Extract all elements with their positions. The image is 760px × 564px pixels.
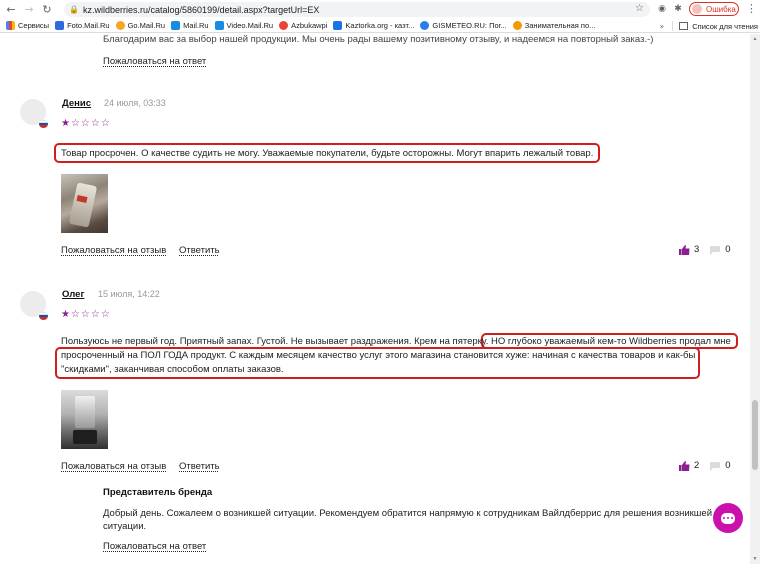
review-photo[interactable] <box>61 390 108 449</box>
dislikes-count: 0 <box>725 244 731 255</box>
video-icon <box>214 21 224 30</box>
reload-icon[interactable]: ↻ <box>40 3 54 17</box>
site-icon <box>279 21 289 30</box>
product-tube-image <box>68 182 98 228</box>
search-icon <box>115 21 125 30</box>
bookmark-label: Azbukawpi <box>291 21 328 30</box>
scrollbar[interactable]: ▲ ▼ <box>750 34 760 564</box>
review-text: просроченный на ПОЛ ГОДА продукт. С кажд… <box>61 350 696 361</box>
scroll-up-icon[interactable]: ▲ <box>752 36 758 42</box>
page-content: Благодарим вас за выбор нашей продукции.… <box>0 34 750 564</box>
bookmark-gismeteo[interactable]: GISMETEO.RU: Пог... <box>420 21 507 30</box>
bookmarks-overflow-area: » Список для чтения <box>655 19 760 32</box>
bookmark-label: Video.Mail.Ru <box>226 21 274 30</box>
previous-reply-text: Благодарим вас за выбор нашей продукции.… <box>103 34 654 45</box>
bookmarks-bar: Сервисы Foto.Mail.Ru Go.Mail.Ru Mail.Ru … <box>0 19 760 33</box>
bookmark-zanimatelnaya[interactable]: Занимательная по... <box>512 21 596 30</box>
review-text: Пользуюсь не первый год. Приятный запах.… <box>61 336 731 347</box>
star-icon: ☆☆☆☆ <box>70 118 111 129</box>
brand-reply-title: Представитель бренда <box>103 487 213 498</box>
bookmarks-overflow-button[interactable]: » <box>660 22 665 31</box>
bookmark-foto-mail[interactable]: Foto.Mail.Ru <box>55 21 110 30</box>
bookmark-label: Сервисы <box>18 21 50 30</box>
bookmark-label: Mail.Ru <box>183 21 209 30</box>
bookmark-label: Kaztorka.org - казт... <box>345 21 415 30</box>
profile-error-label: Ошибка <box>706 4 736 14</box>
bookmark-video-mail[interactable]: Video.Mail.Ru <box>214 21 274 30</box>
rating-stars: ★☆☆☆☆ <box>61 309 111 320</box>
chat-button[interactable] <box>713 503 743 533</box>
divider <box>672 21 674 31</box>
extensions-puzzle-icon[interactable]: ✱ <box>672 3 684 15</box>
thumbs-up-icon[interactable] <box>679 460 690 471</box>
flag-icon <box>39 120 48 128</box>
bookmark-label: Go.Mail.Ru <box>127 21 166 30</box>
bookmark-label: Foto.Mail.Ru <box>67 21 110 30</box>
likes-count: 2 <box>694 460 700 471</box>
extension-icon[interactable]: ◉ <box>656 3 668 15</box>
bookmark-mail[interactable]: Mail.Ru <box>171 21 209 30</box>
mail-icon <box>171 21 181 30</box>
chat-icon <box>721 512 735 524</box>
complain-reply-link[interactable]: Пожаловаться на ответ <box>103 56 206 67</box>
camera-icon <box>55 21 65 30</box>
reply-link[interactable]: Ответить <box>179 461 220 472</box>
bookmark-go-mail[interactable]: Go.Mail.Ru <box>115 21 166 30</box>
product-cap-image <box>73 430 97 444</box>
complain-review-link[interactable]: Пожаловаться на отзыв <box>61 461 166 472</box>
reading-list-icon[interactable] <box>679 22 689 30</box>
review-text: "скидками", заканчивая способом оплаты з… <box>61 364 284 375</box>
browser-menu-icon[interactable]: ⋮ <box>746 2 757 15</box>
review-votes: 3 0 <box>679 244 731 255</box>
review-date: 24 июля, 03:33 <box>104 98 166 108</box>
bookmark-kaztorka[interactable]: Kaztorka.org - казт... <box>333 21 414 30</box>
chat-icon <box>512 21 522 30</box>
bookmark-star-icon[interactable]: ☆ <box>635 3 644 14</box>
complain-reply-link[interactable]: Пожаловаться на ответ <box>103 541 206 552</box>
avatar <box>692 4 702 14</box>
address-bar[interactable]: 🔒 kz.wildberries.ru/catalog/5860199/deta… <box>64 2 650 17</box>
star-icon: ☆☆☆☆ <box>70 309 111 320</box>
review-date: 15 июля, 14:22 <box>98 289 160 299</box>
brand-reply-text: Добрый день. Сожалеем о возникшей ситуац… <box>103 508 712 519</box>
review-votes: 2 0 <box>679 460 731 471</box>
dislikes-count: 0 <box>725 460 731 471</box>
weather-icon <box>420 21 430 30</box>
star-icon: ★ <box>61 309 71 320</box>
apps-grid-icon <box>6 21 15 30</box>
bookmark-services[interactable]: Сервисы <box>6 21 49 30</box>
profile-error-button[interactable]: Ошибка <box>689 2 739 16</box>
rating-stars: ★☆☆☆☆ <box>61 118 111 129</box>
site-icon <box>333 21 343 30</box>
bookmark-label: GISMETEO.RU: Пог... <box>432 21 507 30</box>
complain-review-link[interactable]: Пожаловаться на отзыв <box>61 245 166 256</box>
reply-link[interactable]: Ответить <box>179 245 220 256</box>
review-text: Товар просрочен. О качестве судить не мо… <box>61 148 594 159</box>
reviewer-name[interactable]: Олег <box>62 289 84 300</box>
url-text[interactable]: kz.wildberries.ru/catalog/5860199/detail… <box>83 5 319 15</box>
browser-toolbar: ← → ↻ 🔒 kz.wildberries.ru/catalog/586019… <box>0 0 760 19</box>
scrollbar-thumb[interactable] <box>752 400 758 470</box>
back-icon[interactable]: ← <box>4 3 18 17</box>
reading-list-button[interactable]: Список для чтения <box>692 22 758 31</box>
reviewer-name[interactable]: Денис <box>62 98 91 109</box>
product-tube-image <box>75 396 95 428</box>
brand-reply-text: ситуации. <box>103 521 147 532</box>
scroll-down-icon[interactable]: ▼ <box>752 556 758 562</box>
review-photo[interactable] <box>61 174 108 233</box>
comment-icon[interactable] <box>709 245 721 255</box>
star-icon: ★ <box>61 118 71 129</box>
flag-icon <box>39 312 48 320</box>
likes-count: 3 <box>694 244 700 255</box>
thumbs-up-icon[interactable] <box>679 244 690 255</box>
forward-icon[interactable]: → <box>22 3 36 17</box>
bookmark-label: Занимательная по... <box>524 21 596 30</box>
lock-icon[interactable]: 🔒 <box>69 5 79 14</box>
bookmark-azbukawpi[interactable]: Azbukawpi <box>279 21 327 30</box>
comment-icon[interactable] <box>709 461 721 471</box>
